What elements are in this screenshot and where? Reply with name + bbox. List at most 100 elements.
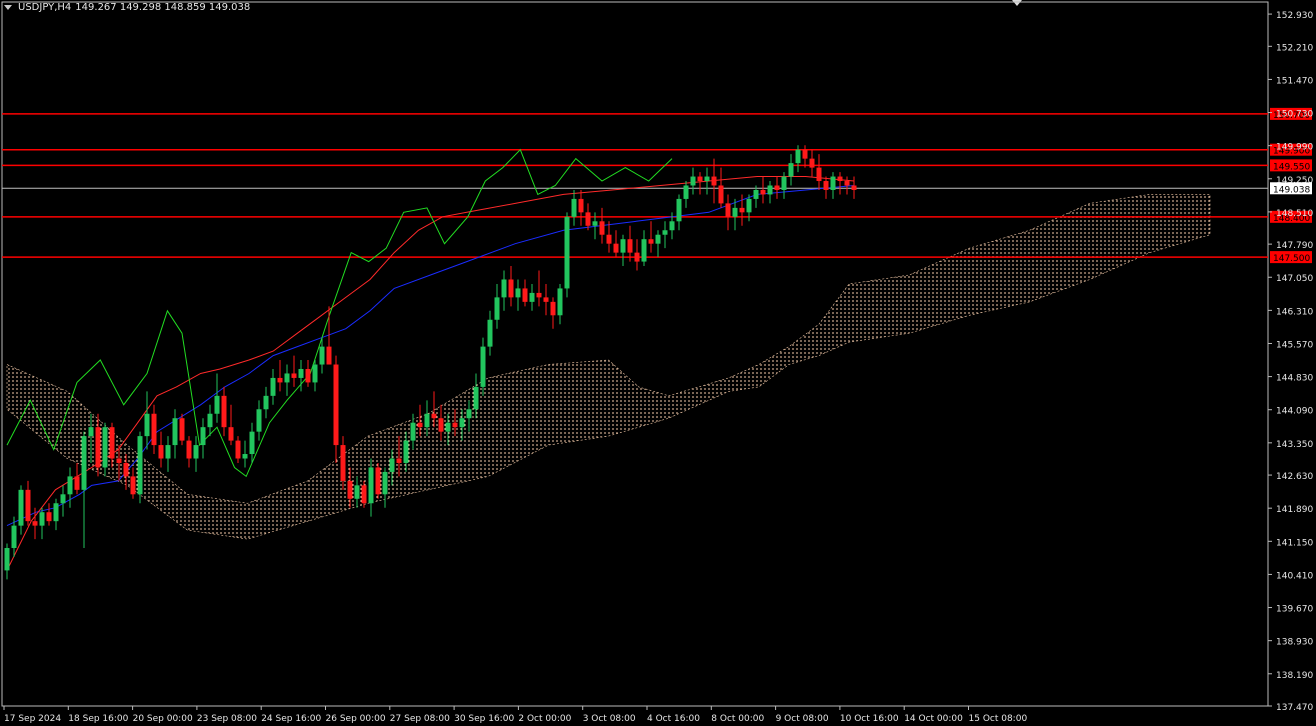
y-tick-label: 139.670 (1276, 605, 1313, 615)
candle-body (452, 422, 458, 428)
candle-body (641, 239, 647, 262)
price-chart[interactable]: 150.700149.900149.550148.400147.500152.9… (0, 0, 1316, 726)
candle-body (214, 395, 220, 414)
candle-body (298, 368, 304, 378)
x-tick-label: 15 Oct 08:00 (969, 714, 1028, 724)
candle-body (326, 346, 332, 365)
candle-body (67, 476, 73, 495)
candle-body (739, 207, 745, 213)
candle-body (417, 422, 423, 428)
candle-body (599, 221, 605, 235)
candle-body (81, 436, 87, 490)
candle-body (312, 364, 318, 383)
y-tick-label: 142.630 (1276, 472, 1313, 482)
candle-body (746, 198, 752, 213)
candle-body (655, 234, 661, 244)
candle-body (536, 292, 542, 298)
candle-body (193, 445, 199, 459)
candle-body (242, 454, 248, 459)
y-tick-label: 140.410 (1276, 571, 1313, 581)
candle-body (263, 395, 269, 410)
candle-body (410, 422, 416, 441)
y-tick-label: 138.930 (1276, 638, 1313, 648)
candle-body (760, 189, 766, 195)
x-tick-label: 30 Sep 16:00 (454, 714, 514, 724)
candle-body (529, 292, 535, 302)
candle-body (459, 418, 465, 428)
candle-body (753, 189, 759, 199)
candle-body (424, 413, 430, 428)
candle-body (844, 181, 850, 186)
candle-body (501, 279, 507, 298)
candle-body (270, 377, 276, 396)
y-tick-label: 152.930 (1276, 11, 1313, 21)
candle-body (396, 458, 402, 463)
candle-body (830, 176, 836, 190)
candle-body (473, 386, 479, 410)
candle-body (718, 185, 724, 204)
candle-body (697, 176, 703, 182)
level-tag-label: 149.550 (1273, 162, 1310, 172)
candle-body (837, 176, 843, 182)
y-tick-label: 143.350 (1276, 440, 1313, 450)
current-price-label: 149.038 (1273, 185, 1310, 195)
plot-frame (1, 1, 1269, 707)
candle-body (494, 297, 500, 320)
candle-body (795, 149, 801, 164)
candle-body (88, 427, 94, 437)
candle-body (4, 548, 10, 571)
candle-body (305, 368, 311, 383)
candle-body (662, 230, 668, 235)
candle-body (235, 440, 241, 459)
candle-body (508, 279, 514, 298)
candle-body (39, 512, 45, 526)
candle-body (781, 176, 787, 190)
level-tag-label: 147.500 (1273, 254, 1310, 264)
candle-body (620, 239, 626, 253)
candle-body (732, 207, 738, 217)
x-tick-label: 3 Oct 08:00 (583, 714, 636, 724)
x-tick-label: 10 Oct 16:00 (840, 714, 899, 724)
candle-body (18, 489, 24, 526)
candle-body (158, 445, 164, 459)
candle-body (340, 445, 346, 481)
candle-body (277, 377, 283, 383)
candle-body (571, 198, 577, 217)
candle-body (319, 346, 325, 365)
candle-body (333, 364, 339, 446)
x-tick-label: 24 Sep 16:00 (261, 714, 321, 724)
candle-body (116, 458, 122, 463)
candle-body (256, 409, 262, 432)
x-tick-label: 26 Sep 00:00 (326, 714, 386, 724)
candle-body (228, 427, 234, 441)
candle-body (207, 413, 213, 428)
candle-body (522, 288, 528, 302)
candle-body (403, 440, 409, 463)
candle-body (823, 181, 829, 190)
candle-body (284, 373, 290, 383)
candle-body (291, 373, 297, 378)
y-tick-label: 149.990 (1276, 143, 1313, 153)
candle-body (851, 185, 857, 190)
candle-body (11, 525, 17, 549)
candle-body (816, 167, 822, 182)
x-tick-label: 27 Sep 08:00 (390, 714, 450, 724)
candle-body (774, 185, 780, 190)
candle-body (683, 185, 689, 199)
candle-body (60, 494, 66, 504)
y-tick-label: 146.310 (1276, 307, 1313, 317)
candle-body (137, 436, 143, 495)
candle-body (354, 485, 360, 499)
candle-body (389, 458, 395, 472)
candle-body (585, 212, 591, 226)
candle-body (53, 503, 59, 522)
y-tick-label: 137.470 (1276, 703, 1313, 713)
candle-body (431, 413, 437, 419)
y-tick-label: 148.510 (1276, 209, 1313, 219)
candle-body (487, 319, 493, 347)
candle-body (543, 297, 549, 302)
y-tick-label: 144.090 (1276, 407, 1313, 417)
candle-body (564, 216, 570, 289)
candle-body (123, 462, 129, 477)
candle-body (200, 427, 206, 446)
